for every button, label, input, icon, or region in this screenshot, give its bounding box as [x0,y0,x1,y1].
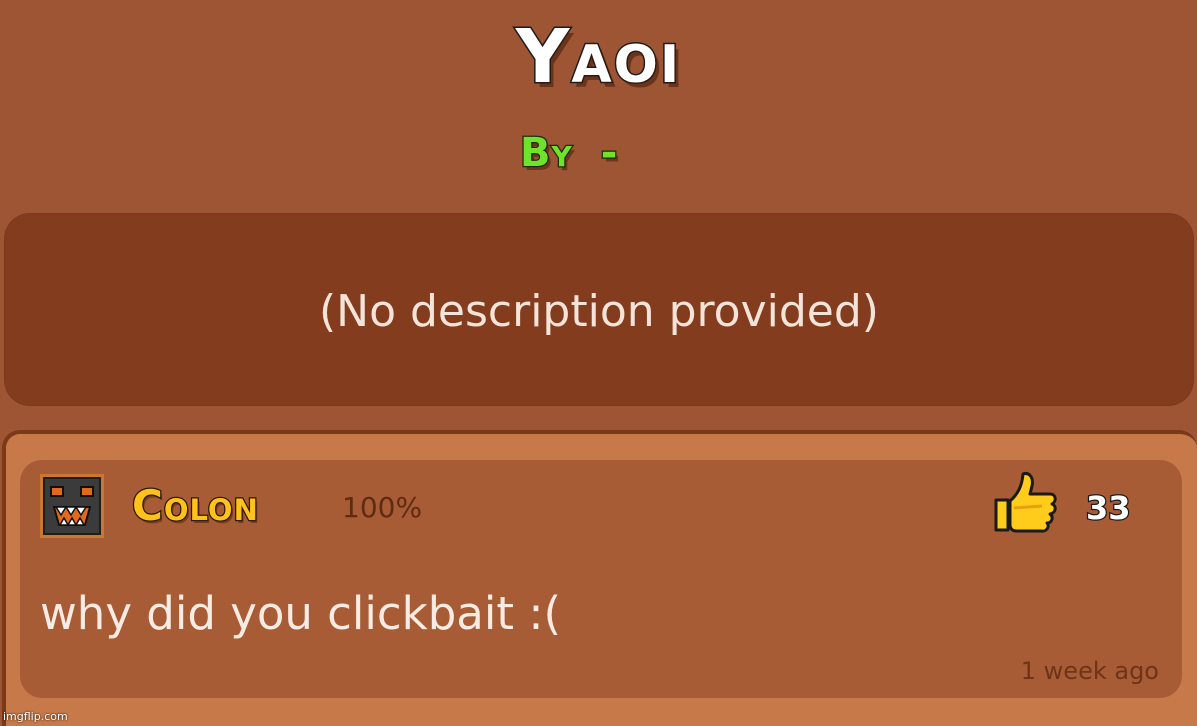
level-author-line[interactable]: By - [519,128,619,178]
thumbs-up-icon[interactable] [990,468,1060,538]
like-button-graphic [994,472,1057,533]
description-text: (No description provided) [319,286,879,337]
comment-text: why did you clickbait :( [40,587,562,640]
description-box: (No description provided) [4,213,1194,406]
like-count: 33 [1085,488,1132,529]
angry-cube-icon[interactable] [40,474,104,538]
avatar-face [43,477,101,535]
author-name[interactable]: - [600,129,619,178]
comment-percent: 100% [342,491,423,524]
comment-timestamp: 1 week ago [1020,657,1159,685]
comment-username[interactable]: Colon [131,480,259,532]
by-label: By [519,129,573,178]
watermark: imgflip.com [3,710,68,723]
level-info-screen: Yaoi By - (No description provided) Colo… [0,0,1197,726]
level-title: Yaoi [514,13,682,102]
